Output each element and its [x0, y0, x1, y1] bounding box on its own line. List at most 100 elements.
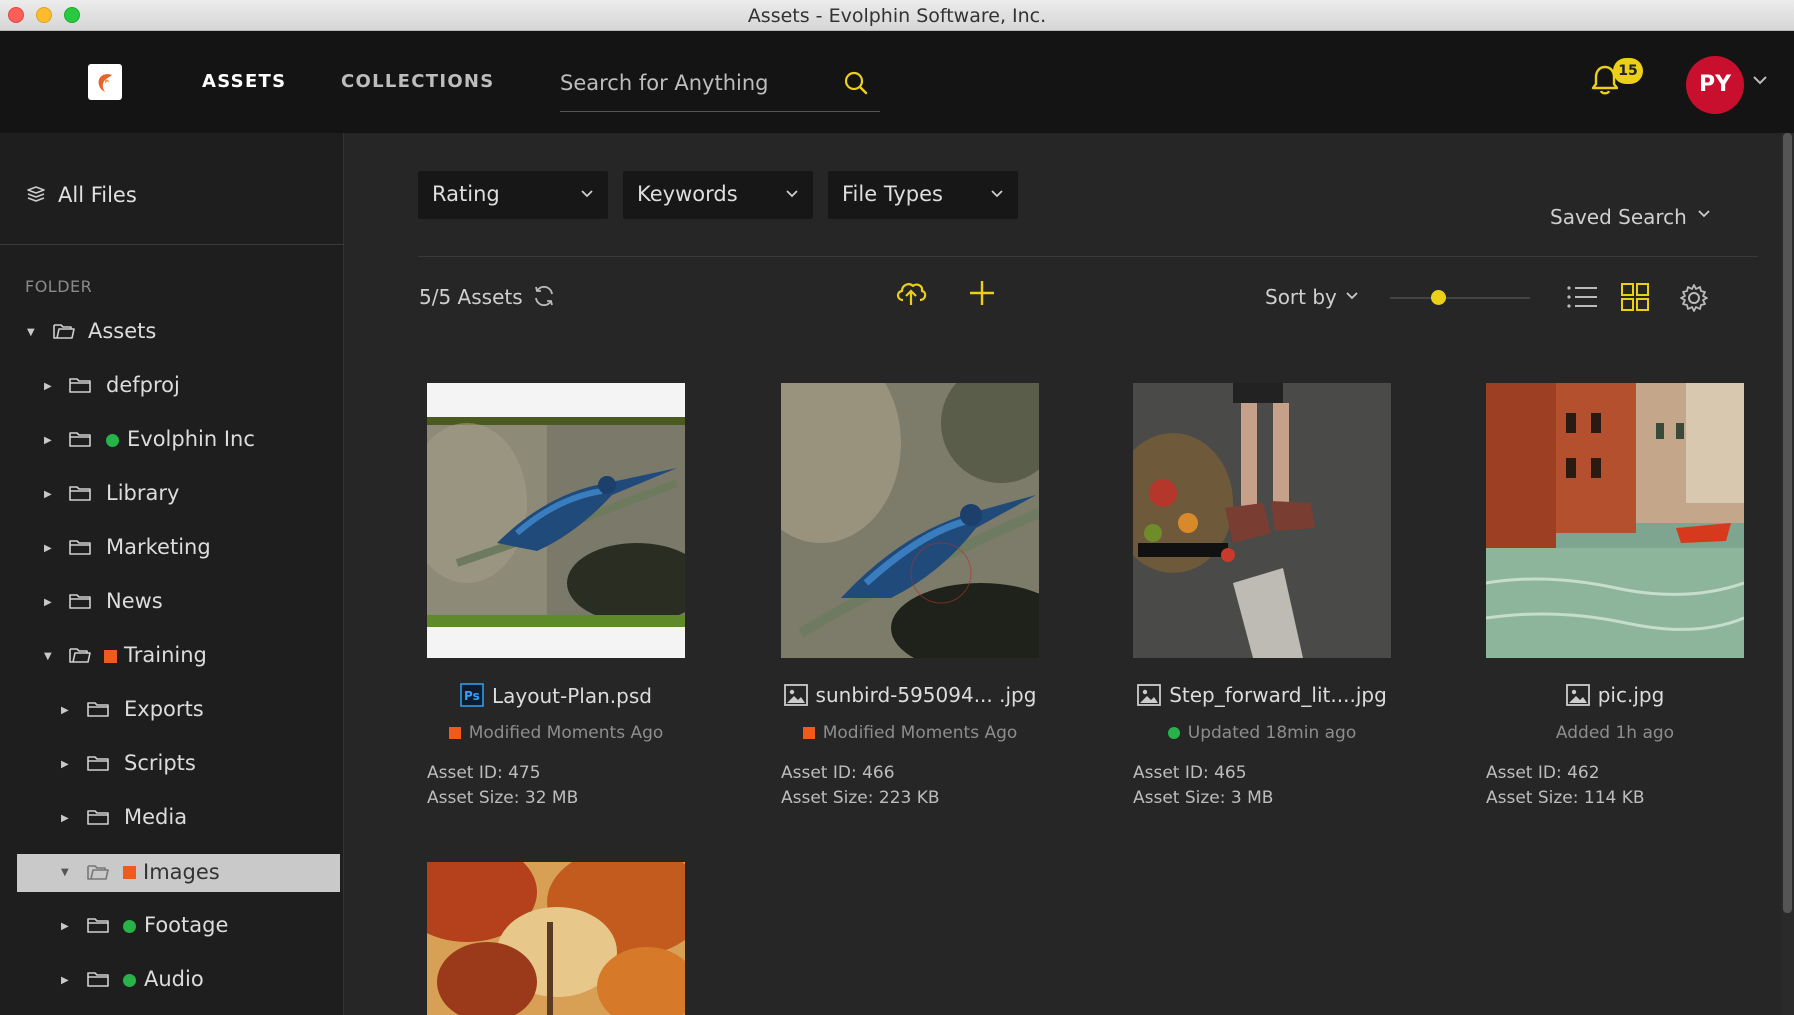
bird-thumbnail-image — [781, 383, 1039, 658]
caret-right-icon[interactable]: ▶ — [61, 813, 69, 824]
folder-icon — [87, 702, 109, 717]
status-dot — [123, 974, 136, 987]
asset-status: Modified Moments Ago — [761, 723, 1059, 743]
status-square — [802, 727, 815, 739]
asset-size: Asset Size: 114 KB — [1486, 788, 1645, 808]
refresh-icon[interactable] — [531, 283, 557, 309]
window-titlebar: Assets - Evolphin Software, Inc. — [0, 0, 1794, 31]
folder-icon — [69, 486, 91, 501]
notification-count-badge[interactable]: 15 — [1613, 58, 1643, 84]
sidebar-item-images[interactable]: ▼ Images — [17, 854, 340, 892]
tab-assets[interactable]: ASSETS — [202, 71, 286, 92]
stack-icon — [27, 186, 45, 202]
folder-open-icon — [69, 648, 91, 663]
street-feet-thumbnail-image — [1133, 383, 1391, 658]
folder-icon — [87, 972, 109, 987]
main-content: Rating Keywords File Types Saved Search … — [345, 133, 1794, 1015]
status-dot — [123, 920, 136, 933]
thumbnail-size-slider[interactable] — [1390, 297, 1530, 299]
status-dot — [106, 434, 119, 447]
gear-icon[interactable] — [1678, 282, 1710, 314]
caret-right-icon[interactable]: ▶ — [44, 435, 52, 446]
sidebar-item-label: Training — [124, 643, 207, 667]
top-nav: ASSETS COLLECTIONS 15 PY — [0, 31, 1794, 133]
caret-down-icon[interactable]: ▼ — [27, 327, 35, 338]
caret-right-icon[interactable]: ▶ — [61, 759, 69, 770]
caret-right-icon[interactable]: ▶ — [44, 597, 52, 608]
caret-right-icon[interactable]: ▶ — [44, 489, 52, 500]
evolphin-logo-icon — [98, 74, 112, 92]
asset-thumbnail[interactable] — [427, 862, 685, 1015]
folder-section-header: FOLDER — [25, 277, 93, 296]
asset-status-text: Added 1h ago — [1555, 723, 1675, 743]
grid-view-icon[interactable] — [1620, 282, 1650, 312]
sidebar-item-evolphin-inc[interactable]: ▶ Evolphin Inc — [0, 416, 344, 466]
search-input[interactable] — [560, 65, 830, 101]
sidebar-item-defproj[interactable]: ▶ defproj — [0, 362, 344, 412]
caret-right-icon[interactable]: ▶ — [61, 921, 69, 932]
user-avatar[interactable]: PY — [1686, 56, 1744, 114]
sidebar-item-audio[interactable]: ▶ Audio — [0, 956, 344, 1006]
sidebar-item-scripts[interactable]: ▶ Scripts — [0, 740, 344, 790]
caret-right-icon[interactable]: ▶ — [44, 381, 52, 392]
sidebar-item-label: Media — [124, 805, 188, 829]
chevron-down-icon — [581, 190, 593, 198]
asset-name[interactable]: sunbird-595094... .jpg — [761, 683, 1059, 711]
scrollbar-thumb[interactable] — [1783, 133, 1792, 913]
slider-handle[interactable] — [1431, 290, 1446, 305]
cloud-upload-icon[interactable] — [894, 278, 928, 308]
photoshop-icon: Ps — [460, 683, 484, 712]
folder-icon — [69, 378, 91, 393]
chevron-down-icon[interactable] — [1697, 209, 1711, 219]
sidebar-item-media[interactable]: ▶ Media — [0, 794, 344, 844]
asset-thumbnail[interactable] — [1133, 383, 1391, 658]
sidebar-item-exports[interactable]: ▶ Exports — [0, 686, 344, 736]
sidebar-item-assets[interactable]: ▼ Assets — [0, 308, 344, 358]
caret-right-icon[interactable]: ▶ — [61, 705, 69, 716]
list-view-icon[interactable] — [1565, 283, 1599, 311]
asset-name[interactable]: Ps Layout-Plan.psd — [407, 683, 705, 712]
keywords-filter-dropdown[interactable]: Keywords — [623, 171, 813, 219]
asset-thumbnail[interactable] — [427, 383, 685, 658]
vertical-scrollbar[interactable] — [1781, 133, 1794, 1015]
folder-icon — [87, 756, 109, 771]
status-square — [448, 727, 461, 739]
asset-status: Added 1h ago — [1466, 723, 1764, 743]
asset-name[interactable]: Step_forward_lit....jpg — [1113, 683, 1411, 711]
asset-thumbnail[interactable] — [781, 383, 1039, 658]
sidebar-item-training[interactable]: ▼ Training — [0, 632, 344, 682]
sidebar-item-news[interactable]: ▶ News — [0, 578, 344, 628]
saved-search-dropdown[interactable]: Saved Search — [1550, 205, 1687, 229]
file-types-filter-dropdown[interactable]: File Types — [828, 171, 1018, 219]
folder-open-icon — [53, 324, 75, 339]
all-files-item[interactable]: All Files — [0, 133, 344, 245]
rating-filter-dropdown[interactable]: Rating — [418, 171, 608, 219]
folder-icon — [87, 918, 109, 933]
all-files-label: All Files — [58, 183, 137, 207]
sidebar-item-label: defproj — [106, 373, 180, 397]
sidebar-item-library[interactable]: ▶ Library — [0, 470, 344, 520]
svg-text:Ps: Ps — [464, 689, 480, 703]
search-icon[interactable] — [843, 70, 869, 96]
caret-down-icon[interactable]: ▼ — [44, 651, 52, 662]
sort-by-dropdown[interactable]: Sort by — [1265, 285, 1337, 309]
asset-status-text: Modified Moments Ago — [468, 723, 664, 743]
tab-collections[interactable]: COLLECTIONS — [341, 71, 495, 92]
asset-name-text: Step_forward_lit....jpg — [1169, 683, 1387, 707]
asset-name[interactable]: pic.jpg — [1466, 683, 1764, 711]
asset-thumbnail[interactable] — [1486, 383, 1744, 658]
status-square — [104, 650, 117, 663]
app-logo[interactable] — [88, 64, 122, 100]
caret-right-icon[interactable]: ▶ — [61, 975, 69, 986]
caret-down-icon[interactable]: ▼ — [61, 867, 69, 878]
caret-right-icon[interactable]: ▶ — [44, 543, 52, 554]
chevron-down-icon[interactable] — [1752, 75, 1768, 85]
image-icon — [783, 684, 808, 711]
image-icon — [1137, 684, 1162, 711]
plus-icon[interactable] — [967, 278, 997, 308]
chevron-down-icon[interactable] — [1345, 291, 1359, 301]
sidebar-item-marketing[interactable]: ▶ Marketing — [0, 524, 344, 574]
bird-thumbnail-image — [427, 383, 685, 658]
sidebar-item-footage[interactable]: ▶ Footage — [0, 902, 344, 952]
chevron-down-icon — [991, 190, 1003, 198]
